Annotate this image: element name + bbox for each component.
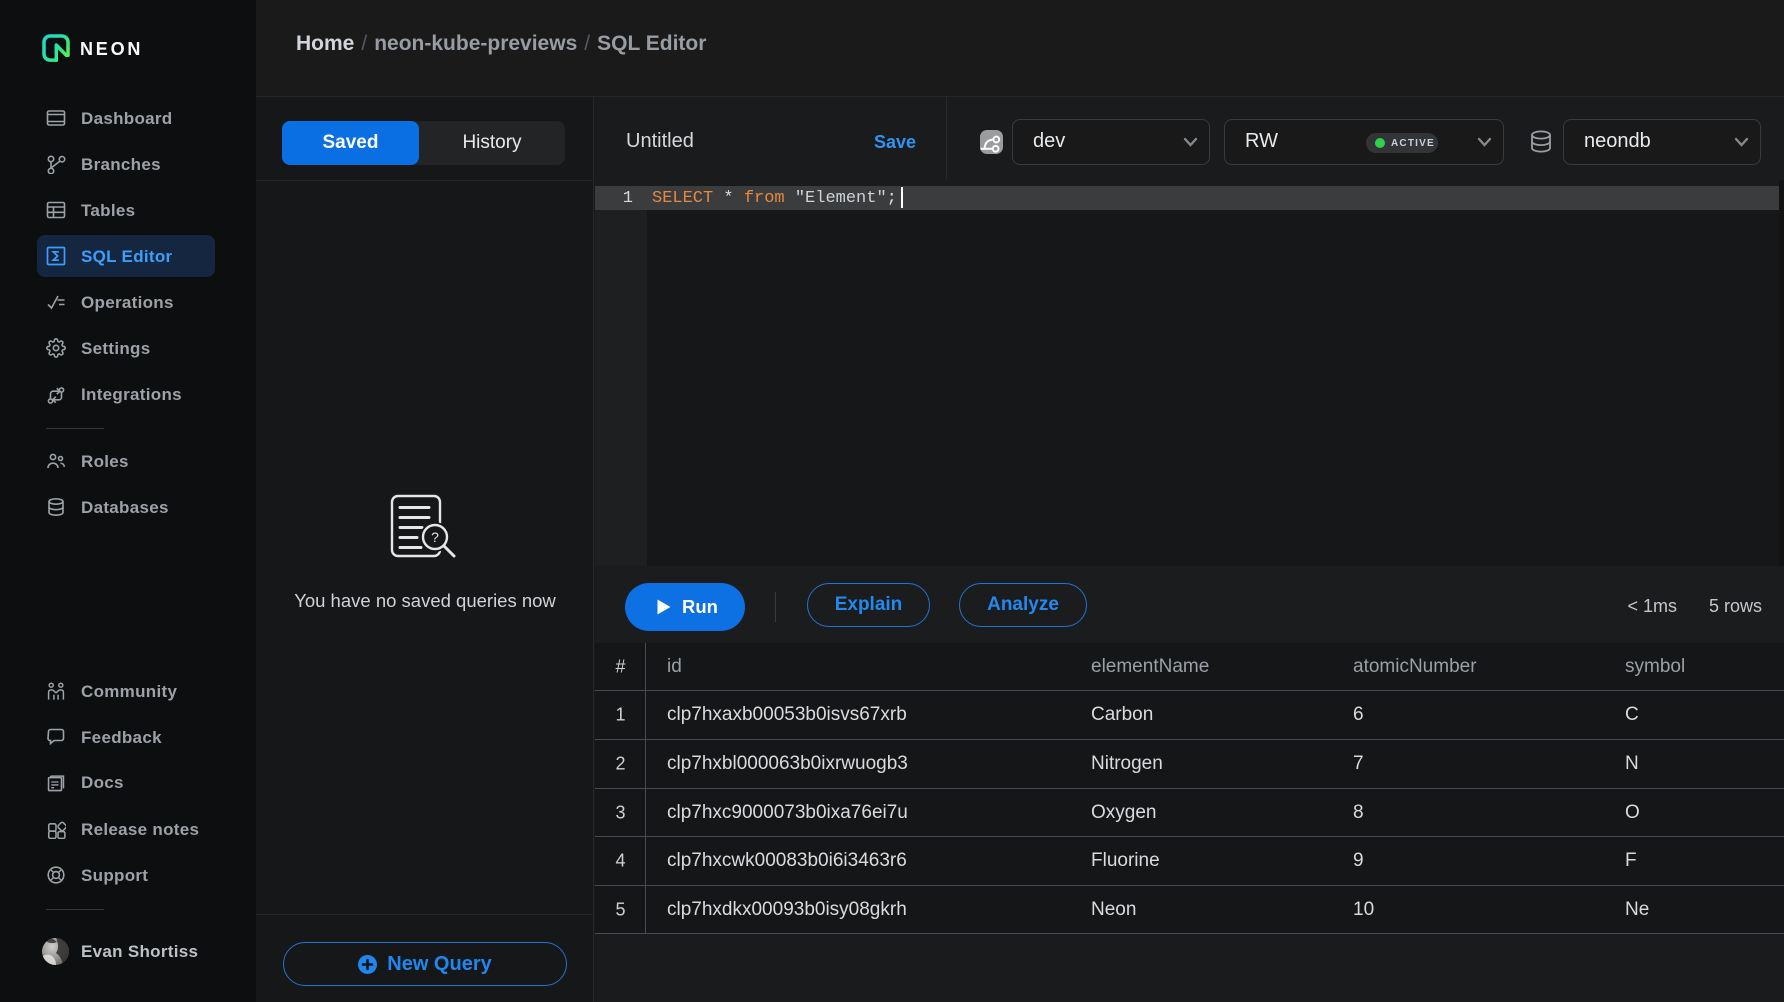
svg-text:?: ? [431, 529, 439, 545]
